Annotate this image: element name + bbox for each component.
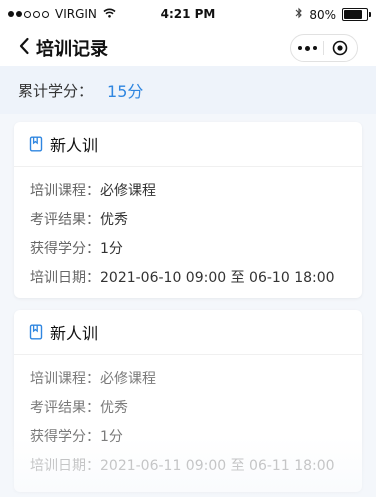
- record-field-result: 考评结果： 优秀: [14, 204, 362, 233]
- record-details: 培训课程： 必修课程 考评结果： 优秀 获得学分： 1分 培训日期： 2021-…: [14, 167, 362, 291]
- chevron-left-icon[interactable]: [14, 34, 34, 58]
- record-field-date: 培训日期： 2021-06-11 09:00 至 06-11 18:00: [14, 450, 362, 479]
- field-value: 优秀: [100, 399, 128, 416]
- field-value: 优秀: [100, 211, 128, 228]
- field-label: 考评结果：: [30, 399, 100, 416]
- record-card[interactable]: 新人训 培训课程： 必修课程 考评结果： 优秀 获得学分： 1分 培训日期： 2…: [14, 310, 362, 492]
- field-label: 培训课程：: [30, 370, 100, 387]
- screen: VIRGIN 4:21 PM 80% 培训记录 累计学分： 15分 新人训 培训…: [0, 0, 376, 497]
- credits-label: 累计学分：: [18, 81, 94, 100]
- record-field-credits: 获得学分： 1分: [14, 233, 362, 262]
- target-circle-icon[interactable]: [324, 35, 356, 61]
- book-icon: [28, 136, 44, 152]
- field-label: 培训课程：: [30, 182, 100, 199]
- record-title: 新人训: [50, 136, 99, 155]
- field-value: 2021-06-10 09:00 至 06-10 18:00: [100, 269, 335, 286]
- field-value: 2021-06-11 09:00 至 06-11 18:00: [100, 457, 335, 474]
- bluetooth-icon: [295, 7, 303, 22]
- field-label: 培训日期：: [30, 269, 100, 286]
- record-field-date: 培训日期： 2021-06-10 09:00 至 06-10 18:00: [14, 262, 362, 291]
- field-value: 1分: [100, 428, 123, 445]
- page-title: 培训记录: [36, 39, 108, 60]
- credits-value: 15分: [107, 82, 144, 101]
- record-details: 培训课程： 必修课程 考评结果： 优秀 获得学分： 1分 培训日期： 2021-…: [14, 355, 362, 479]
- battery-icon: [342, 8, 371, 21]
- record-card[interactable]: 新人训 培训课程： 必修课程 考评结果： 优秀 获得学分： 1分 培训日期： 2…: [14, 122, 362, 298]
- credits-summary: 累计学分： 15分: [0, 66, 376, 114]
- mini-program-capsule: [290, 34, 358, 62]
- record-field-course: 培训课程： 必修课程: [14, 363, 362, 392]
- status-right: 80%: [295, 7, 371, 22]
- battery-percent: 80%: [309, 7, 336, 22]
- field-value: 必修课程: [100, 370, 156, 387]
- record-field-course: 培训课程： 必修课程: [14, 175, 362, 204]
- book-icon: [28, 324, 44, 340]
- field-value: 1分: [100, 240, 123, 257]
- record-title: 新人训: [50, 324, 99, 343]
- record-field-credits: 获得学分： 1分: [14, 421, 362, 450]
- record-card-header: 新人训: [14, 310, 362, 355]
- field-label: 获得学分：: [30, 428, 100, 445]
- field-label: 考评结果：: [30, 211, 100, 228]
- field-label: 获得学分：: [30, 240, 100, 257]
- more-dots-icon[interactable]: [291, 35, 323, 61]
- record-field-result: 考评结果： 优秀: [14, 392, 362, 421]
- field-label: 培训日期：: [30, 457, 100, 474]
- field-value: 必修课程: [100, 182, 156, 199]
- record-card-header: 新人训: [14, 122, 362, 167]
- status-bar: VIRGIN 4:21 PM 80%: [0, 0, 376, 28]
- nav-bar: 培训记录: [0, 28, 376, 66]
